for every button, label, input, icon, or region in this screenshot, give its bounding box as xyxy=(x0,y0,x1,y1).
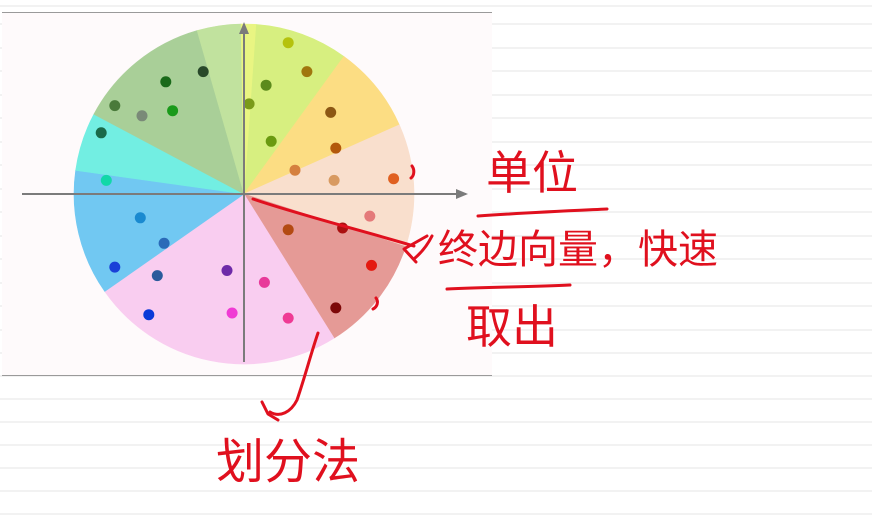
data-point-1 xyxy=(282,37,294,49)
data-point-21 xyxy=(158,237,170,249)
underline-unit xyxy=(476,207,609,218)
data-point-25 xyxy=(100,174,112,186)
data-point-5 xyxy=(325,106,337,118)
data-point-11 xyxy=(364,210,376,222)
annotation-partition-method: 划分法 xyxy=(216,434,361,490)
underline-vector xyxy=(445,283,572,291)
annotation-extract: 取出 xyxy=(466,300,558,354)
data-point-2 xyxy=(301,66,313,78)
data-point-9 xyxy=(328,174,340,186)
data-point-4 xyxy=(243,98,255,110)
data-point-19 xyxy=(226,307,238,319)
data-point-24 xyxy=(143,309,155,321)
annotation-terminal-vector-fast: 终边向量，快速 xyxy=(438,227,718,273)
data-point-18 xyxy=(221,265,233,276)
data-point-8 xyxy=(289,164,301,176)
data-point-29 xyxy=(167,105,179,117)
data-point-15 xyxy=(330,302,342,314)
data-point-23 xyxy=(151,270,163,282)
data-point-3 xyxy=(260,79,272,91)
data-point-30 xyxy=(160,76,172,88)
annotation-unit: 单位 xyxy=(486,146,578,200)
data-point-7 xyxy=(265,135,277,147)
data-point-22 xyxy=(109,261,121,273)
data-point-6 xyxy=(330,142,342,154)
data-point-26 xyxy=(95,127,107,139)
data-point-16 xyxy=(282,312,294,324)
data-point-28 xyxy=(136,110,148,122)
data-point-27 xyxy=(109,100,121,112)
unit-circle-diagram xyxy=(22,22,609,422)
data-point-20 xyxy=(134,212,146,224)
data-point-31 xyxy=(197,66,209,78)
data-point-13 xyxy=(282,224,294,236)
data-point-14 xyxy=(366,259,377,271)
data-point-10 xyxy=(388,173,400,185)
data-point-17 xyxy=(258,276,270,288)
